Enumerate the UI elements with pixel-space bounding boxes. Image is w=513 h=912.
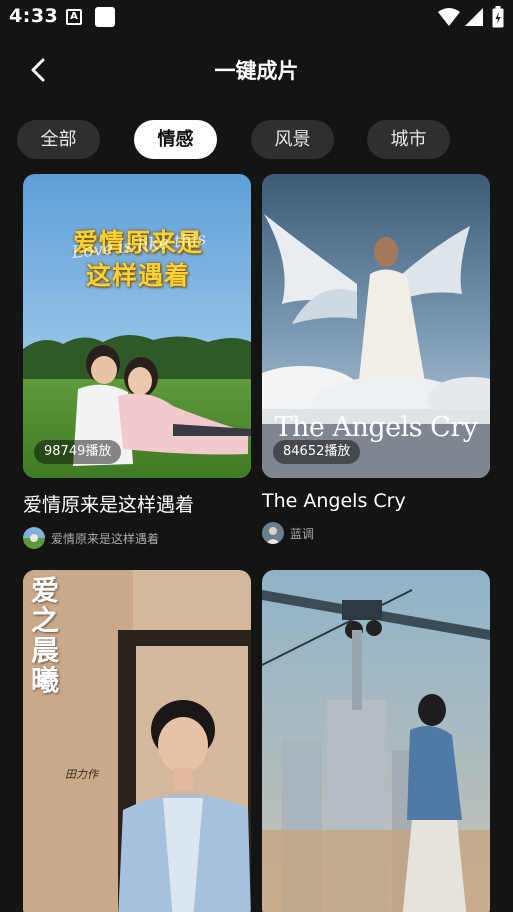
author-name: 爱情原来是这样遇着 <box>51 531 160 546</box>
battery-icon <box>492 6 504 28</box>
avatar <box>23 527 45 549</box>
play-count: 84652播放 <box>273 440 361 464</box>
author-row[interactable]: 爱情原来是这样遇着 <box>23 527 251 549</box>
video-thumbnail[interactable]: 爱之晨曦 田力作 <box>23 570 251 912</box>
play-count: 98749播放 <box>34 440 122 464</box>
signal-icon <box>465 8 483 26</box>
tab-scenery[interactable]: 风景 <box>251 120 334 159</box>
video-card[interactable]: The Angels Cry 84652播放 The Angels Cry 蓝调 <box>262 174 490 544</box>
cover-small-text: 田力作 <box>65 768 98 781</box>
square-icon <box>95 7 115 27</box>
video-thumbnail[interactable]: 爱情原来是这样遇着 Love is like this 98749播放 <box>23 174 251 478</box>
cover-title: 爱之晨曦 <box>31 574 60 697</box>
cover-title: The Angels Cry <box>274 412 478 443</box>
wifi-icon <box>438 8 460 26</box>
video-title: The Angels Cry <box>262 490 406 512</box>
status-time: 4:33 <box>9 5 59 27</box>
video-thumbnail[interactable] <box>262 570 490 912</box>
tab-emotion[interactable]: 情感 <box>134 120 217 159</box>
text-a-icon: A <box>66 9 82 25</box>
video-card[interactable]: 爱情原来是这样遇着 Love is like this 98749播放 爱情原来… <box>23 174 251 549</box>
video-thumbnail[interactable]: The Angels Cry 84652播放 <box>262 174 490 478</box>
video-card[interactable]: 爱之晨曦 田力作 <box>23 570 251 912</box>
tab-all[interactable]: 全部 <box>17 120 100 159</box>
avatar <box>262 522 284 544</box>
page-title: 一键成片 <box>214 59 299 83</box>
author-row[interactable]: 蓝调 <box>262 522 490 544</box>
tab-city[interactable]: 城市 <box>367 120 450 159</box>
video-card[interactable] <box>262 570 490 912</box>
status-bar: 4:33 A <box>0 0 513 34</box>
author-name: 蓝调 <box>290 526 315 541</box>
video-title: 爱情原来是这样遇着 <box>23 494 195 516</box>
